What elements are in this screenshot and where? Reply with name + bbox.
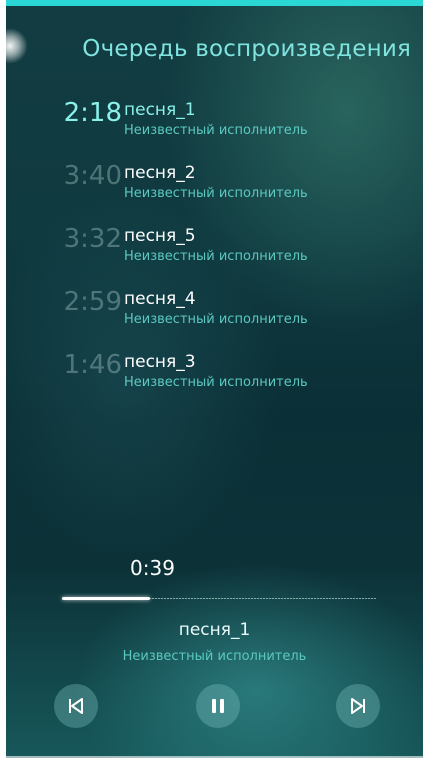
track-artist: Неизвестный исполнитель (124, 249, 308, 264)
track-title: песня_1 (124, 100, 196, 120)
track-artist: Неизвестный исполнитель (124, 375, 308, 390)
queue-item-1[interactable]: 2:18 песня_1 Неизвестный исполнитель (6, 92, 423, 155)
pulley-menu-indicator[interactable] (6, 28, 28, 64)
page-title: Очередь воспроизведения (82, 36, 411, 62)
track-artist: Неизвестный исполнитель (124, 123, 308, 138)
track-duration: 1:46 (63, 350, 122, 380)
track-artist: Неизвестный исполнитель (124, 186, 308, 201)
track-duration: 3:32 (63, 224, 122, 254)
track-title: песня_5 (124, 226, 196, 246)
now-playing-artist: Неизвестный исполнитель (122, 649, 307, 664)
track-duration: 2:18 (63, 98, 122, 128)
progress-fill (62, 597, 150, 600)
previous-track-button[interactable] (54, 684, 98, 728)
track-title: песня_2 (124, 163, 196, 183)
skip-previous-icon (69, 698, 83, 714)
track-duration: 3:40 (63, 161, 122, 191)
queue-item-5[interactable]: 1:46 песня_3 Неизвестный исполнитель (6, 344, 423, 407)
status-accent-bar (6, 0, 423, 6)
skip-next-icon (351, 698, 365, 714)
play-queue-list: 2:18 песня_1 Неизвестный исполнитель 3:4… (6, 92, 423, 407)
pause-icon (212, 699, 224, 713)
track-title: песня_3 (124, 352, 196, 372)
queue-item-3[interactable]: 3:32 песня_5 Неизвестный исполнитель (6, 218, 423, 281)
progress-slider[interactable] (62, 595, 376, 603)
track-duration: 2:59 (63, 287, 122, 317)
next-track-button[interactable] (336, 684, 380, 728)
now-playing-title: песня_1 (178, 620, 251, 640)
track-title: песня_4 (124, 289, 196, 309)
track-artist: Неизвестный исполнитель (124, 312, 308, 327)
music-player-screen: Очередь воспроизведения 2:18 песня_1 Неи… (6, 0, 423, 758)
queue-item-4[interactable]: 2:59 песня_4 Неизвестный исполнитель (6, 281, 423, 344)
queue-item-2[interactable]: 3:40 песня_2 Неизвестный исполнитель (6, 155, 423, 218)
pause-button[interactable] (196, 684, 240, 728)
elapsed-time: 0:39 (130, 556, 175, 580)
